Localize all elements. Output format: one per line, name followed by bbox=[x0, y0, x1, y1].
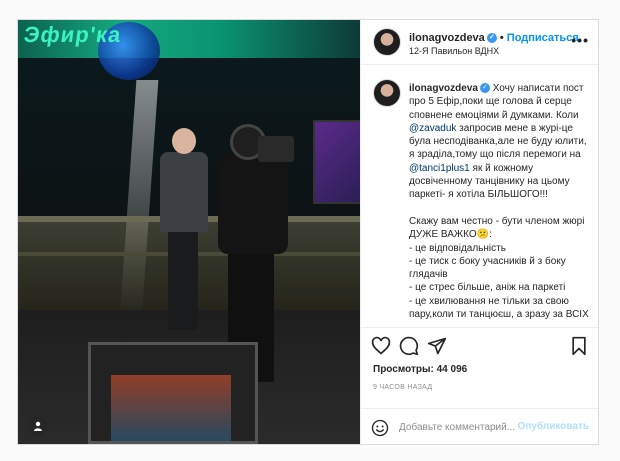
camera-monitor bbox=[88, 342, 258, 444]
caption-area: ilonagvozdeva ✓ Хочу написати пост про 5 … bbox=[361, 65, 598, 328]
follow-button[interactable]: Подписаться bbox=[507, 32, 579, 44]
more-options-icon[interactable]: ••• bbox=[571, 32, 589, 48]
mention-link-tanci1plus1[interactable]: @tanci1plus1 bbox=[409, 163, 470, 174]
caption-text: ilonagvozdeva ✓ Хочу написати пост про 5 … bbox=[409, 82, 589, 321]
post-timestamp[interactable]: 9 ЧАСОВ НАЗАД bbox=[373, 384, 432, 391]
neon-sign-text: Эфир'ка bbox=[22, 22, 124, 47]
avatar[interactable] bbox=[373, 28, 401, 56]
post-header: ilonagvozdeva ✓ • Подписаться 12-Я Павиль… bbox=[361, 20, 598, 65]
comment-bar: Опубликовать bbox=[361, 408, 598, 444]
header-user-line: ilonagvozdeva ✓ • Подписаться bbox=[409, 32, 579, 44]
verified-badge-icon: ✓ bbox=[479, 83, 490, 94]
header-username[interactable]: ilonagvozdeva bbox=[409, 32, 485, 44]
stage-screen bbox=[313, 120, 360, 204]
mention-link-zavaduk[interactable]: @zavaduk bbox=[409, 123, 456, 134]
heart-icon[interactable] bbox=[371, 336, 391, 356]
views-count[interactable]: Просмотры: 44 096 bbox=[373, 364, 467, 375]
separator-dot: • bbox=[499, 32, 504, 44]
caption-part-3: як й кожному досвіченному танцівнику на … bbox=[409, 162, 589, 321]
post-sidebar: ilonagvozdeva ✓ • Подписаться 12-Я Павиль… bbox=[360, 20, 598, 444]
instagram-post: Эфир'ка ilonagvozdeva ✓ • Подписаться 12-… bbox=[17, 19, 599, 445]
caption-avatar[interactable] bbox=[373, 79, 401, 107]
person-icon[interactable] bbox=[28, 416, 48, 436]
action-bar bbox=[361, 330, 598, 360]
caption-username[interactable]: ilonagvozdeva bbox=[409, 83, 478, 94]
presenter-figure bbox=[158, 128, 210, 338]
bookmark-icon[interactable] bbox=[569, 336, 589, 356]
share-icon[interactable] bbox=[427, 336, 447, 356]
location-link[interactable]: 12-Я Павильон ВДНХ bbox=[409, 46, 499, 56]
publish-button[interactable]: Опубликовать bbox=[518, 421, 589, 432]
emoji-icon[interactable] bbox=[371, 419, 389, 437]
verified-badge-icon: ✓ bbox=[486, 33, 497, 44]
comment-icon[interactable] bbox=[399, 336, 419, 356]
post-media[interactable]: Эфир'ка bbox=[18, 20, 360, 444]
